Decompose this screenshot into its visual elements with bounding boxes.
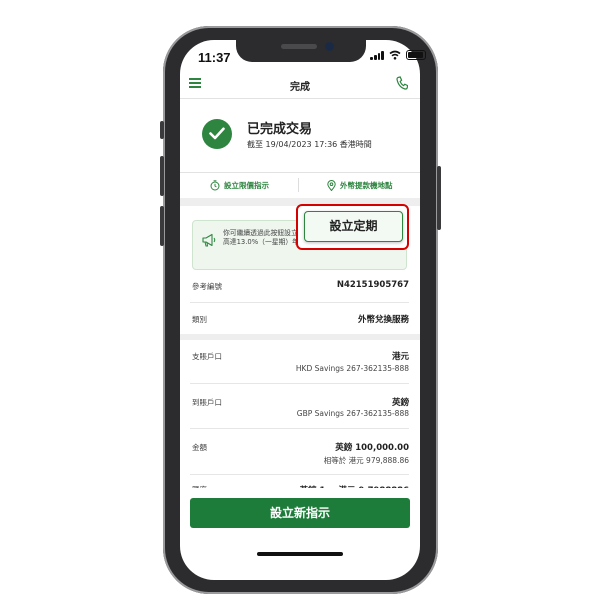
- row-divider: [190, 383, 409, 384]
- quick-links: 設立限價指示 外幣提款機地點: [180, 172, 420, 198]
- volume-up-button: [160, 156, 164, 196]
- wifi-icon: [389, 50, 401, 60]
- atm-location-label: 外幣提款機地點: [340, 181, 393, 190]
- success-title: 已完成交易: [247, 122, 313, 137]
- volume-down-button: [160, 206, 164, 246]
- amount-label: 金額: [192, 443, 207, 452]
- page-title: 完成: [290, 82, 310, 93]
- section-separator-2: [180, 334, 420, 340]
- to-account-number: GBP Savings 267-362135-888: [296, 409, 409, 418]
- amount-equivalent: 相等於 港元 979,888.86: [323, 456, 409, 465]
- limit-order-label: 設立限價指示: [224, 181, 269, 190]
- timer-icon: [210, 180, 220, 191]
- home-indicator: [257, 552, 343, 556]
- success-check-icon: [202, 119, 232, 149]
- phone-call-icon[interactable]: [396, 76, 408, 90]
- reference-value: N42151905767: [336, 280, 409, 290]
- speaker: [281, 44, 317, 49]
- reference-label: 參考編號: [192, 282, 222, 291]
- new-instruction-button[interactable]: 設立新指示: [190, 498, 410, 528]
- location-pin-icon: [327, 180, 336, 191]
- to-account-label: 到賬戶口: [192, 398, 222, 407]
- category-value: 外幣兌換服務: [357, 315, 409, 325]
- amount-value: 英鎊 100,000.00: [335, 443, 409, 453]
- app-header: 完成: [180, 72, 420, 98]
- mute-switch: [160, 121, 164, 139]
- success-timestamp: 截至 19/04/2023 17:36 香港時間: [247, 140, 372, 149]
- to-account-currency: 英鎊: [391, 398, 409, 408]
- row-divider: [190, 302, 409, 303]
- from-account-label: 支賬戶口: [192, 352, 222, 361]
- status-icons: [370, 50, 426, 60]
- power-button: [437, 166, 441, 230]
- atm-location-link[interactable]: 外幣提款機地點: [327, 180, 393, 191]
- category-label: 類別: [192, 315, 207, 324]
- notch: [236, 38, 366, 62]
- limit-order-link[interactable]: 設立限價指示: [210, 180, 269, 191]
- row-divider: [190, 428, 409, 429]
- from-account-number: HKD Savings 267-362135-888: [295, 364, 409, 373]
- setup-time-deposit-button[interactable]: 設立定期: [304, 211, 403, 242]
- quick-links-separator: [298, 178, 299, 192]
- signal-icon: [370, 50, 384, 60]
- megaphone-icon: [202, 233, 216, 247]
- front-camera: [325, 42, 334, 51]
- status-time: 11:37: [198, 50, 231, 65]
- row-divider: [190, 474, 409, 475]
- battery-icon: [406, 50, 426, 60]
- from-account-currency: 港元: [391, 352, 409, 362]
- header-divider: [180, 98, 420, 99]
